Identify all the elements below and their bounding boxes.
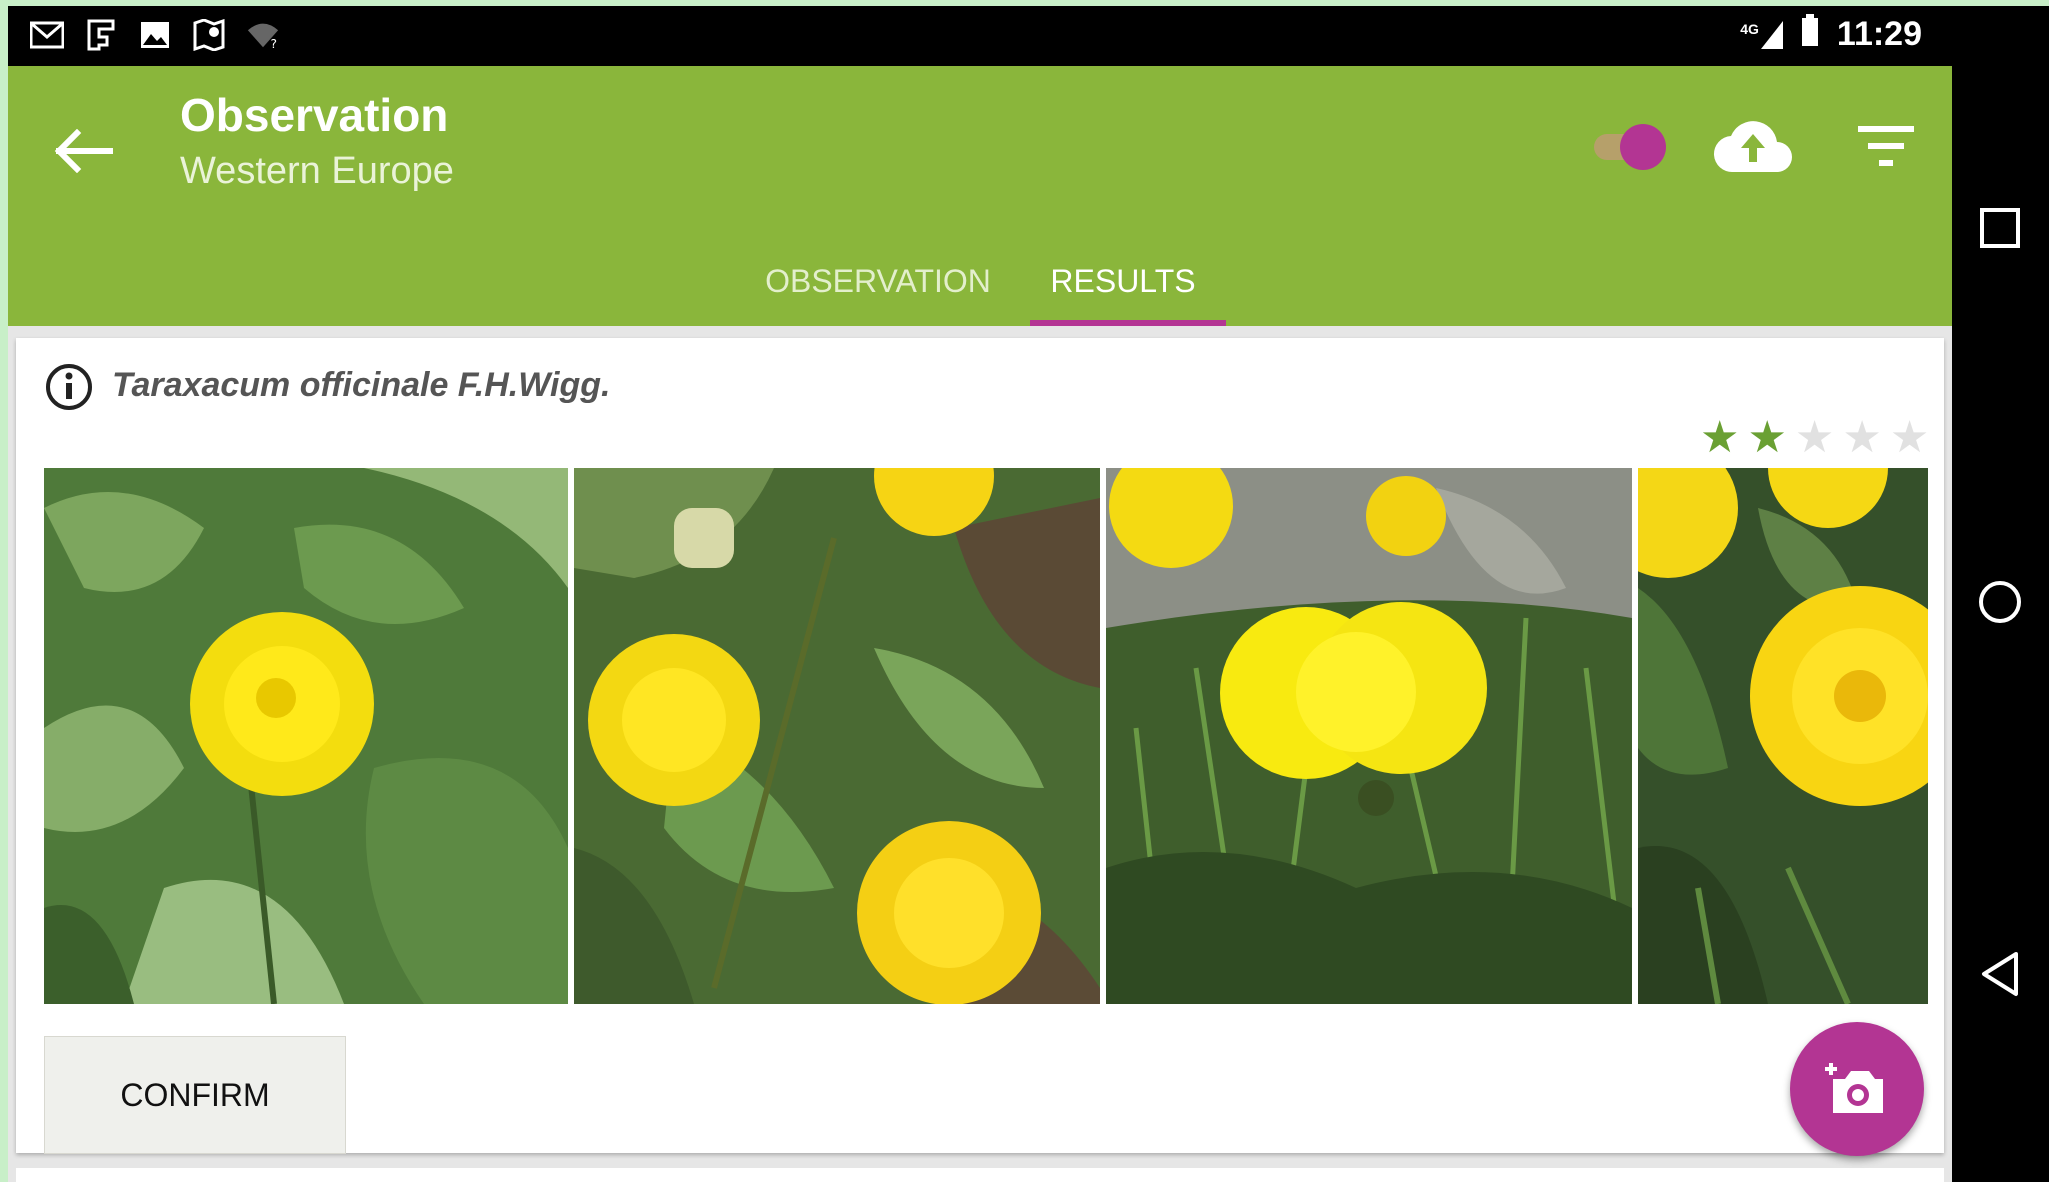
add-photo-fab[interactable] <box>1790 1022 1924 1156</box>
home-icon <box>1979 581 2021 623</box>
device-frame: ? 4G 11:29 Observation Western Europe OB… <box>8 6 2049 1182</box>
svg-text:?: ? <box>271 37 278 50</box>
home-button[interactable] <box>1970 572 2030 632</box>
dandelion-photo-1[interactable] <box>44 468 568 1004</box>
arrow-back-icon <box>54 129 113 173</box>
network-type: 4G <box>1740 20 1759 37</box>
recents-icon <box>1980 208 2020 248</box>
result-card[interactable]: Taraxacum officinale F.H.Wigg. ★ ★ ★ ★ ★ <box>16 338 1944 1154</box>
system-nav-bar <box>1952 6 2049 1182</box>
star-icon: ★ <box>1889 413 1930 462</box>
back-icon <box>1982 952 2018 996</box>
add-photo-icon <box>1825 1063 1883 1113</box>
star-icon: ★ <box>1747 413 1787 462</box>
page-subtitle: Western Europe <box>180 150 454 192</box>
cloud-upload-icon <box>1713 121 1792 173</box>
status-bar: ? 4G 11:29 <box>8 6 1952 66</box>
tab-indicator <box>1030 320 1226 326</box>
flipboard-icon <box>84 18 118 52</box>
toggle-thumb <box>1620 124 1666 170</box>
dandelion-photo-4[interactable] <box>1638 468 1928 1004</box>
clock: 11:29 <box>1836 15 1922 53</box>
back-button[interactable] <box>38 106 128 196</box>
star-icon: ★ <box>1794 413 1835 462</box>
confirm-button[interactable]: CONFIRM <box>44 1036 346 1154</box>
filter-button[interactable] <box>1844 106 1928 186</box>
gmail-icon <box>30 18 64 52</box>
star-icon: ★ <box>1842 413 1882 462</box>
sync-toggle[interactable] <box>1586 116 1666 176</box>
star-icon: ★ <box>1700 413 1740 462</box>
dandelion-photo-3[interactable] <box>1106 468 1632 1004</box>
image-icon <box>138 18 172 52</box>
cell-signal-icon: 4G <box>1740 20 1783 49</box>
species-name: Taraxacum officinale F.H.Wigg. <box>112 366 611 404</box>
recents-button[interactable] <box>1970 198 2030 258</box>
maps-icon <box>192 18 226 52</box>
app-bar: Observation Western Europe OBSERVATION R… <box>8 66 1952 326</box>
page-title: Observation <box>180 89 449 141</box>
tab-observation[interactable]: OBSERVATION <box>748 236 1008 326</box>
filter-icon <box>1858 126 1914 166</box>
dandelion-photo-2[interactable] <box>574 468 1100 1004</box>
next-card-edge <box>16 1168 1944 1182</box>
battery-icon <box>1801 14 1819 55</box>
back-nav-button[interactable] <box>1970 944 2030 1004</box>
info-icon[interactable] <box>44 362 94 412</box>
wifi-icon: ? <box>246 18 280 52</box>
photo-gallery <box>44 468 1928 1004</box>
confidence-rating: ★ ★ ★ ★ ★ <box>1700 416 1929 460</box>
app-screen: Observation Western Europe OBSERVATION R… <box>8 66 1952 1182</box>
upload-button[interactable] <box>1708 106 1798 186</box>
tab-results[interactable]: RESULTS <box>1028 236 1218 326</box>
